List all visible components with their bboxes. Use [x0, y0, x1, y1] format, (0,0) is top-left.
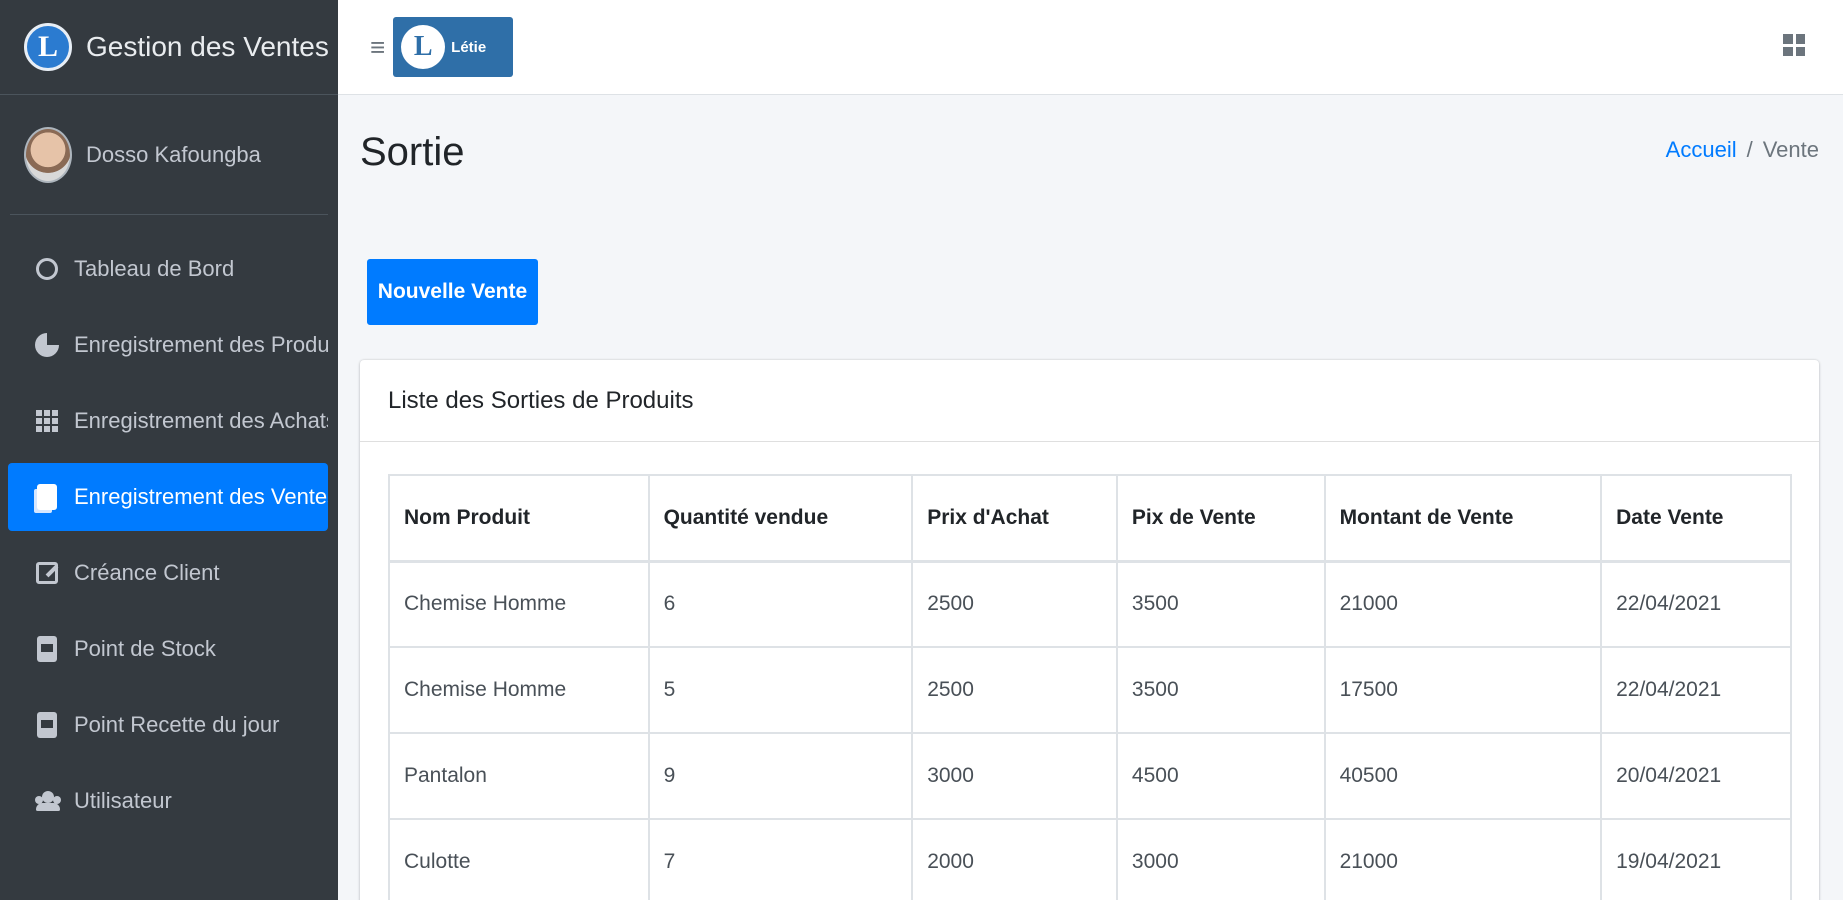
sidebar-item-label: Créance Client: [74, 560, 220, 585]
sidebar-item-label: Enregistrement des Ventes: [74, 484, 328, 509]
sidebar-item-ventes[interactable]: Enregistrement des Ventes: [8, 463, 328, 531]
brand-link[interactable]: L Gestion des Ventes: [0, 0, 338, 95]
table-row: Pantalon 9 3000 4500 40500 20/04/2021: [388, 732, 1792, 820]
table-cell: 17500: [1323, 646, 1603, 734]
breadcrumb-separator: /: [1746, 137, 1753, 162]
sim-card-icon: [34, 636, 60, 662]
column-header-date[interactable]: Date Vente: [1600, 474, 1792, 563]
menu-toggle-icon[interactable]: ≡: [370, 32, 385, 63]
table-cell: 2000: [911, 818, 1118, 900]
company-logo-text: Létie: [451, 38, 487, 56]
table-cell: Pantalon: [388, 732, 650, 820]
sidebar-item-produits[interactable]: Enregistrement des Produits: [8, 311, 328, 379]
content-header: Sortie Accueil / Vente: [338, 95, 1843, 245]
brand-logo: L: [24, 23, 72, 71]
circle-icon: [34, 256, 60, 282]
users-icon: [34, 788, 60, 814]
sim-card-icon: [34, 712, 60, 738]
card-body: Nom Produit Quantité vendue Prix d'Achat…: [360, 442, 1819, 900]
avatar: [24, 126, 72, 183]
table-cell: 22/04/2021: [1600, 646, 1792, 734]
sidebar-item-tableau-de-bord[interactable]: Tableau de Bord: [8, 235, 328, 303]
column-header-prix-vente[interactable]: Pix de Vente: [1115, 474, 1326, 563]
sidebar-item-utilisateur[interactable]: Utilisateur: [8, 767, 328, 835]
column-header-prix-achat[interactable]: Prix d'Achat: [911, 474, 1118, 563]
sidebar-item-label: Enregistrement des Achats: [74, 408, 328, 433]
table-cell: 2500: [911, 646, 1118, 734]
table-cell: 3000: [911, 732, 1118, 820]
edit-icon: [34, 560, 60, 586]
breadcrumb: Accueil / Vente: [1666, 137, 1819, 163]
sales-list-card: Liste des Sorties de Produits Nom Produi…: [360, 360, 1819, 900]
table-cell: 20/04/2021: [1600, 732, 1792, 820]
pie-chart-icon: [34, 332, 60, 358]
table-header-row: Nom Produit Quantité vendue Prix d'Achat…: [388, 474, 1792, 563]
breadcrumb-home-link[interactable]: Accueil: [1666, 137, 1737, 162]
table-cell: 19/04/2021: [1600, 818, 1792, 900]
table-cell: 7: [647, 818, 914, 900]
table-cell: 40500: [1323, 732, 1603, 820]
table-cell: 3500: [1115, 646, 1326, 734]
table-cell: 9: [647, 732, 914, 820]
table-cell: 21000: [1323, 818, 1603, 900]
sidebar-item-creance-client[interactable]: Créance Client: [8, 539, 328, 607]
user-name[interactable]: Dosso Kafoungba: [86, 142, 261, 168]
sidebar-item-point-de-stock[interactable]: Point de Stock: [8, 615, 328, 683]
column-header-quantite[interactable]: Quantité vendue: [647, 474, 914, 563]
sidebar-item-label: Point de Stock: [74, 636, 216, 661]
table-cell: 4500: [1115, 732, 1326, 820]
table-cell: 2500: [911, 560, 1118, 648]
brand-title: Gestion des Ventes: [86, 31, 329, 62]
sidebar-item-label: Utilisateur: [74, 788, 172, 813]
sidebar-item-label: Enregistrement des Produits: [74, 332, 328, 357]
table-cell: 3500: [1115, 560, 1326, 648]
sales-table: Nom Produit Quantité vendue Prix d'Achat…: [388, 474, 1792, 900]
brand-logo-letter: L: [37, 30, 58, 63]
table-cell: 3000: [1115, 818, 1326, 900]
sidebar-item-achats[interactable]: Enregistrement des Achats: [8, 387, 328, 455]
table-cell: Chemise Homme: [388, 646, 650, 734]
table-cell: 22/04/2021: [1600, 560, 1792, 648]
card-title: Liste des Sorties de Produits: [360, 360, 1819, 442]
table-cell: Chemise Homme: [388, 560, 650, 648]
column-header-nom-produit[interactable]: Nom Produit: [388, 474, 650, 563]
user-panel[interactable]: Dosso Kafoungba: [10, 95, 328, 215]
table-row: Culotte 7 2000 3000 21000 19/04/2021: [388, 818, 1792, 900]
sidebar-item-point-recette[interactable]: Point Recette du jour: [8, 691, 328, 759]
table-cell: 21000: [1323, 560, 1603, 648]
sidebar: L Gestion des Ventes Dosso Kafoungba Tab…: [0, 0, 338, 900]
copy-icon: [34, 484, 60, 510]
sidebar-nav: Tableau de Bord Enregistrement des Produ…: [0, 215, 338, 835]
grid-icon: [34, 408, 60, 434]
company-logo[interactable]: L Létie: [393, 17, 514, 77]
sidebar-item-label: Point Recette du jour: [74, 712, 280, 737]
company-logo-letter: L: [401, 25, 446, 69]
breadcrumb-current: Vente: [1762, 137, 1819, 162]
apps-grid-icon[interactable]: [1783, 34, 1805, 56]
page-title: Sortie: [360, 130, 465, 174]
new-sale-button[interactable]: Nouvelle Vente: [367, 259, 538, 325]
column-header-montant[interactable]: Montant de Vente: [1323, 474, 1603, 563]
top-navbar: ≡ L Létie: [338, 0, 1843, 95]
table-cell: Culotte: [388, 818, 650, 900]
table-row: Chemise Homme 5 2500 3500 17500 22/04/20…: [388, 646, 1792, 734]
sidebar-item-label: Tableau de Bord: [74, 256, 235, 281]
table-cell: 6: [647, 560, 914, 648]
table-cell: 5: [647, 646, 914, 734]
table-row: Chemise Homme 6 2500 3500 21000 22/04/20…: [388, 560, 1792, 648]
